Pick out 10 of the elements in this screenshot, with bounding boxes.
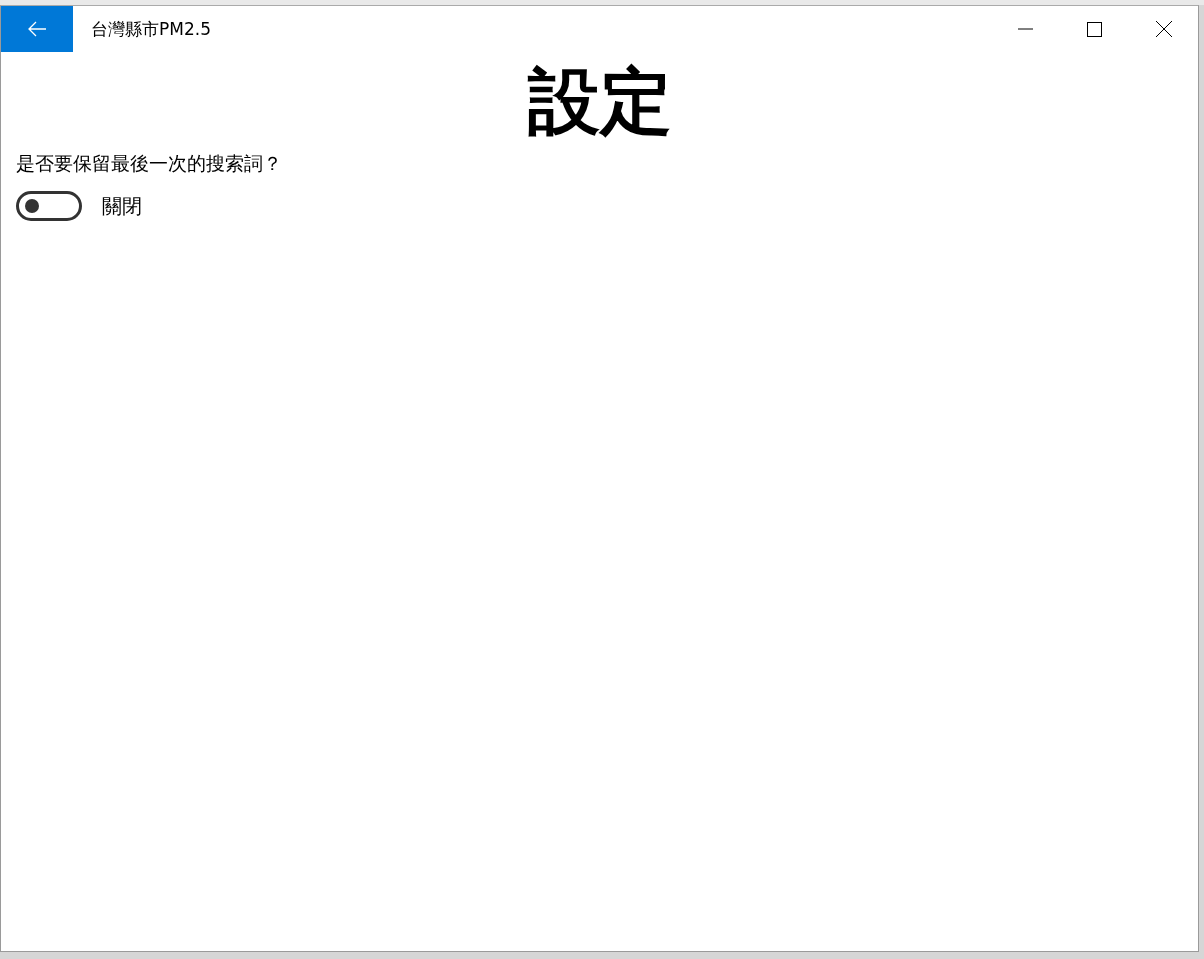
page-heading: 設定 xyxy=(527,62,672,142)
toggle-state-label: 關閉 xyxy=(102,192,142,220)
back-button[interactable] xyxy=(1,6,73,52)
window-title: 台灣縣市PM2.5 xyxy=(91,17,212,41)
toggle-switch[interactable] xyxy=(16,191,82,222)
setting-question: 是否要保留最後一次的搜索詞？ xyxy=(16,151,283,177)
minimize-icon xyxy=(1018,28,1033,30)
close-icon xyxy=(1155,21,1172,37)
maximize-icon xyxy=(1087,21,1102,37)
back-arrow-icon xyxy=(27,21,47,37)
